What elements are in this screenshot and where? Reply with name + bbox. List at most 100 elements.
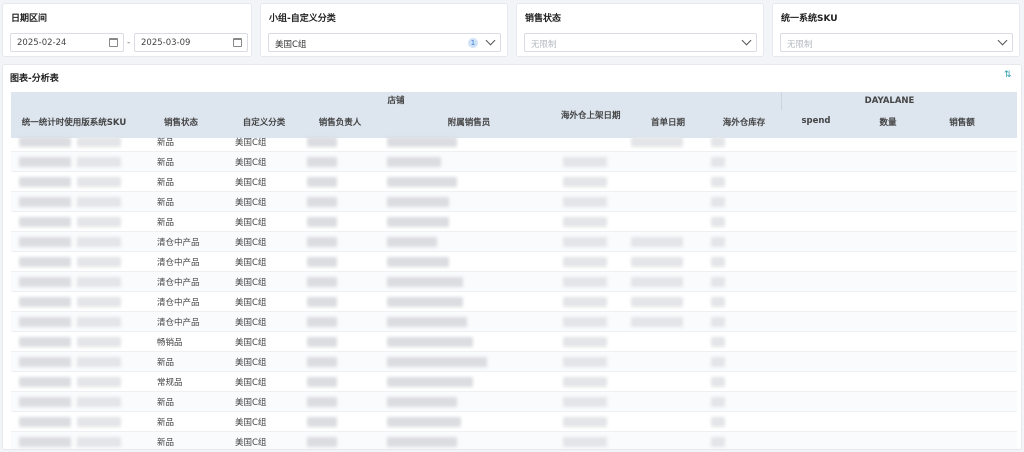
- redacted-sku: [19, 357, 71, 367]
- redacted-assistant: [387, 137, 457, 147]
- redacted-stock: [711, 157, 725, 167]
- redacted-listing-date: [563, 417, 607, 427]
- redacted-assistant: [387, 177, 457, 187]
- table-row[interactable]: 清仓中产品 美国C组: [11, 292, 1017, 312]
- store-group-header: 店铺: [387, 96, 405, 106]
- redacted-sku: [77, 437, 121, 447]
- col-spend[interactable]: spend: [781, 116, 851, 126]
- end-date-input[interactable]: 2025-03-09: [134, 33, 248, 52]
- start-date-value: 2025-02-24: [17, 38, 67, 48]
- sales-status-cell: 新品: [157, 398, 175, 408]
- table-row[interactable]: 清仓中产品 美国C组: [11, 272, 1017, 292]
- group-category-label: 小组-自定义分类: [269, 14, 336, 24]
- table-row[interactable]: 清仓中产品 美国C组: [11, 252, 1017, 272]
- table-row[interactable]: 常规品 美国C组: [11, 372, 1017, 392]
- redacted-sku: [19, 417, 71, 427]
- table-row[interactable]: 清仓中产品 美国C组: [11, 312, 1017, 332]
- redacted-sku: [19, 297, 71, 307]
- sales-status-select[interactable]: 无限制: [524, 33, 757, 52]
- table-row[interactable]: 畅销品 美国C组: [11, 332, 1017, 352]
- redacted-assistant: [387, 297, 463, 307]
- panel-title: 图表-分析表: [10, 74, 59, 84]
- redacted-listing-date: [563, 297, 607, 307]
- sales-status-cell: 新品: [157, 418, 175, 428]
- col-sales-amount[interactable]: 销售额: [925, 116, 999, 128]
- redacted-owner: [307, 217, 337, 227]
- col-category[interactable]: 自定义分类: [225, 116, 303, 128]
- redacted-listing-date: [563, 337, 607, 347]
- sku-select[interactable]: 无限制: [780, 33, 1013, 52]
- sales-status-cell: 清仓中产品: [157, 318, 200, 328]
- sales-status-placeholder: 无限制: [531, 40, 557, 50]
- redacted-sku: [77, 337, 121, 347]
- redacted-owner: [307, 417, 337, 427]
- refresh-icon[interactable]: ⇅: [1004, 71, 1013, 80]
- category-cell: 美国C组: [235, 238, 267, 248]
- redacted-assistant: [387, 157, 441, 167]
- redacted-first-order-date: [631, 317, 683, 327]
- table-row[interactable]: 新品 美国C组: [11, 132, 1017, 152]
- table-row[interactable]: 新品 美国C组: [11, 432, 1017, 449]
- redacted-first-order-date: [631, 137, 683, 147]
- redacted-assistant: [387, 317, 467, 327]
- col-sales-owner[interactable]: 销售负责人: [303, 116, 377, 128]
- calendar-icon[interactable]: [109, 38, 118, 47]
- redacted-listing-date: [563, 277, 607, 287]
- date-range-filter: 日期区间 2025-02-24 - 2025-03-09: [2, 3, 252, 57]
- redacted-listing-date: [563, 377, 607, 387]
- table-row[interactable]: 新品 美国C组: [11, 412, 1017, 432]
- redacted-sku: [19, 317, 71, 327]
- col-listing-date[interactable]: 海外仓上架日期: [561, 110, 627, 122]
- date-separator: -: [127, 38, 131, 48]
- col-first-order-date[interactable]: 首单日期: [629, 116, 707, 128]
- redacted-sku: [19, 217, 71, 227]
- col-sku[interactable]: 统一统计时使用版系统SKU: [11, 116, 137, 128]
- table-row[interactable]: 清仓中产品 美国C组: [11, 232, 1017, 252]
- col-overseas-stock[interactable]: 海外仓库存: [707, 116, 781, 128]
- sales-status-cell: 畅销品: [157, 338, 183, 348]
- start-date-input[interactable]: 2025-02-24: [10, 33, 124, 52]
- redacted-stock: [711, 397, 725, 407]
- redacted-stock: [711, 137, 725, 147]
- table-row[interactable]: 新品 美国C组: [11, 172, 1017, 192]
- group-category-select[interactable]: 美国C组 1: [268, 33, 501, 52]
- table-row[interactable]: 新品 美国C组: [11, 152, 1017, 172]
- group-category-filter: 小组-自定义分类 美国C组 1: [260, 3, 508, 57]
- redacted-first-order-date: [631, 237, 683, 247]
- redacted-assistant: [387, 237, 437, 247]
- redacted-sku: [77, 377, 121, 387]
- redacted-assistant: [387, 197, 449, 207]
- category-cell: 美国C组: [235, 278, 267, 288]
- category-cell: 美国C组: [235, 438, 267, 448]
- chevron-down-icon: [741, 35, 752, 46]
- redacted-assistant: [387, 377, 473, 387]
- redacted-sku: [19, 377, 71, 387]
- redacted-stock: [711, 277, 725, 287]
- table-row[interactable]: 新品 美国C组: [11, 212, 1017, 232]
- category-cell: 美国C组: [235, 138, 267, 148]
- group-category-value: 美国C组: [275, 40, 307, 50]
- redacted-sku: [77, 357, 121, 367]
- redacted-owner: [307, 277, 337, 287]
- table-row[interactable]: 新品 美国C组: [11, 192, 1017, 212]
- chevron-down-icon: [997, 35, 1008, 46]
- col-sales-assistant[interactable]: 附属销售员: [377, 116, 561, 128]
- redacted-assistant: [387, 337, 473, 347]
- col-sales-status[interactable]: 销售状态: [137, 116, 225, 128]
- redacted-owner: [307, 157, 337, 167]
- redacted-listing-date: [563, 317, 607, 327]
- calendar-icon[interactable]: [233, 38, 242, 47]
- redacted-stock: [711, 177, 725, 187]
- table-row[interactable]: 新品 美国C组: [11, 352, 1017, 372]
- redacted-sku: [77, 157, 121, 167]
- redacted-listing-date: [563, 357, 607, 367]
- category-cell: 美国C组: [235, 198, 267, 208]
- redacted-sku: [77, 417, 121, 427]
- redacted-sku: [19, 157, 71, 167]
- col-quantity[interactable]: 数量: [851, 116, 925, 128]
- table-row[interactable]: 新品 美国C组: [11, 392, 1017, 412]
- redacted-listing-date: [563, 217, 607, 227]
- redacted-owner: [307, 357, 337, 367]
- chevron-down-icon: [485, 35, 496, 46]
- date-range-label: 日期区间: [11, 14, 48, 24]
